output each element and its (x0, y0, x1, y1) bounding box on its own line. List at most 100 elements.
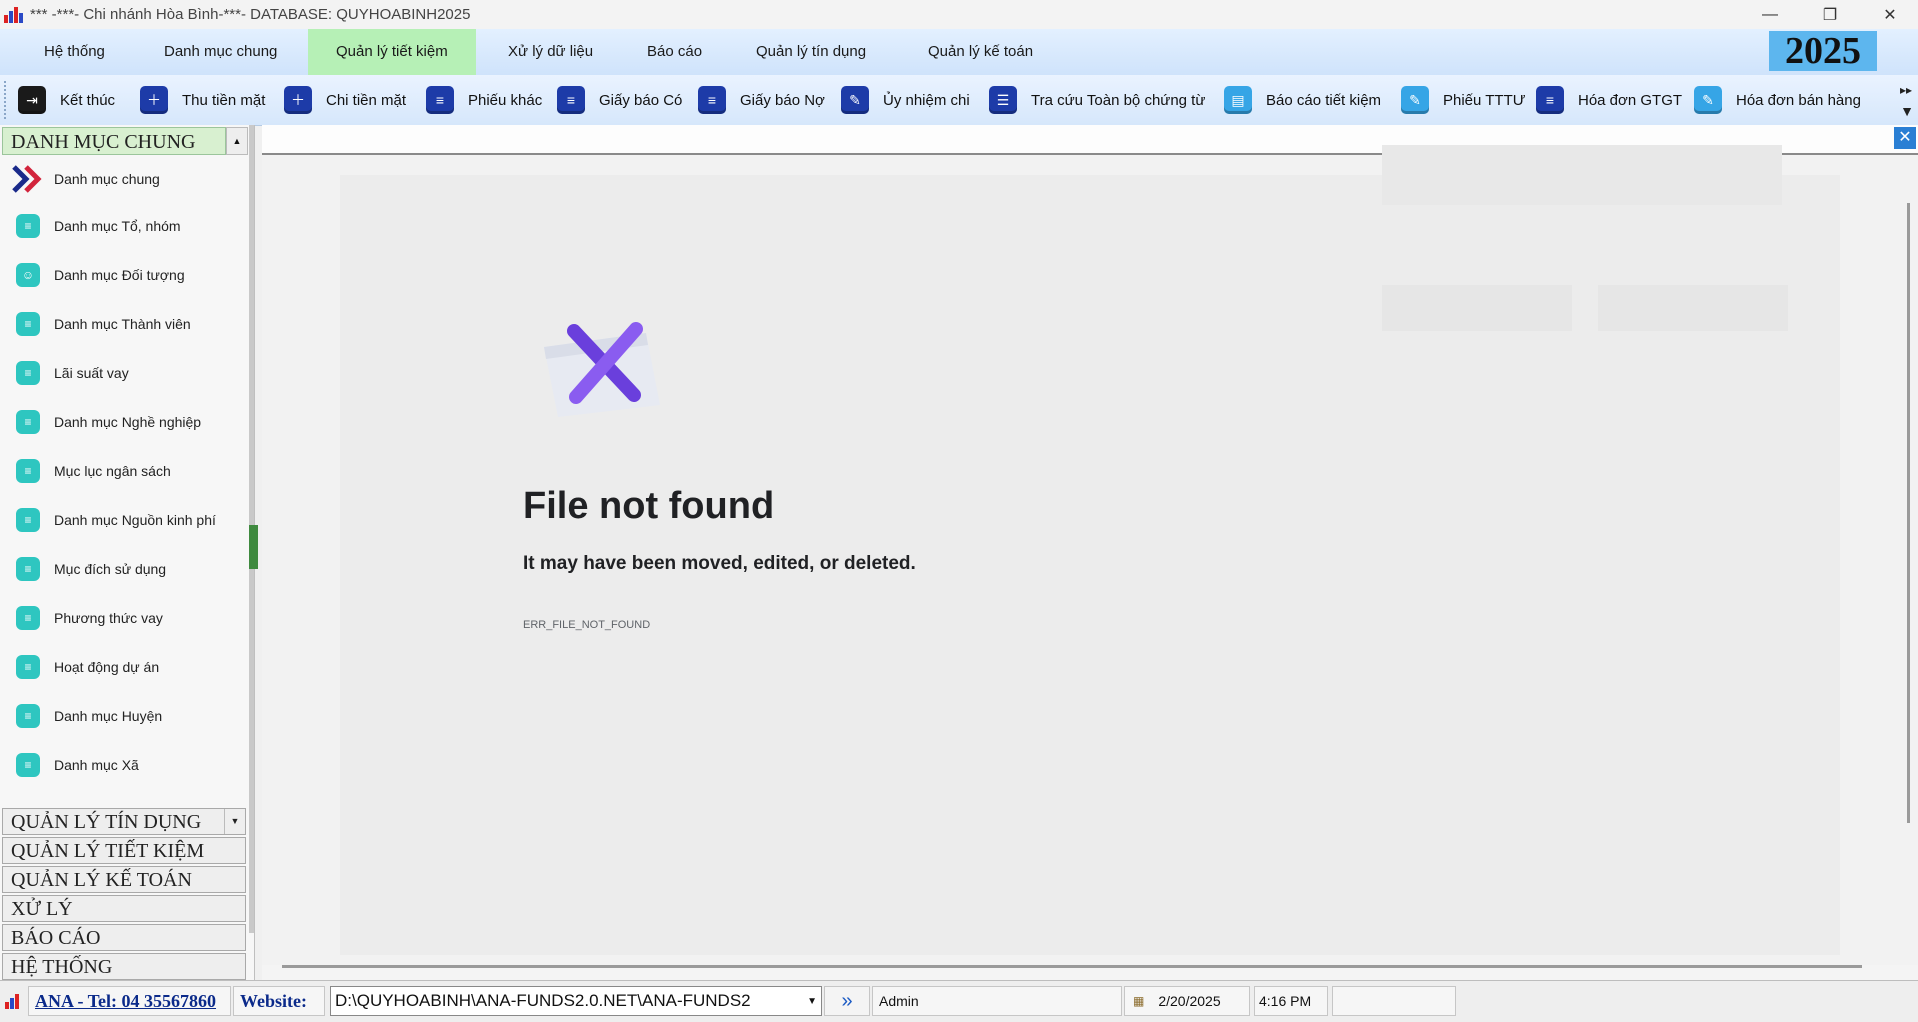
collapse-up-icon[interactable]: ▲ (226, 127, 248, 155)
bao-cao-tiet-kiem-button[interactable]: ▤ Báo cáo tiết kiệm (1224, 83, 1381, 117)
clipboard-icon: ≡ (16, 606, 40, 630)
sidebar-item-to-nhom[interactable]: ≡ Danh mục Tổ, nhóm (0, 206, 248, 246)
sidebar-scroll-thumb[interactable] (249, 525, 258, 569)
menu-quan-ly-tin-dung[interactable]: Quản lý tín dụng (746, 29, 876, 75)
tra-cuu-chung-tu-button[interactable]: ☰ Tra cứu Toàn bộ chứng từ (989, 83, 1205, 117)
main-panel: ✕ File not found It may have been moved,… (262, 125, 1918, 980)
restore-button[interactable]: ❐ (1802, 0, 1858, 29)
phieu-tttu-button[interactable]: ✎ Phiếu TTTƯ (1401, 83, 1526, 117)
vertical-scrollbar[interactable] (1907, 203, 1910, 823)
clipboard-icon: ≡ (16, 312, 40, 336)
toolbar: ⇥ Kết thúc ＋ Thu tiền mặt ＋ Chi tiền mặt ≡ P… (0, 75, 1918, 126)
minimize-button[interactable]: — (1742, 0, 1798, 29)
file-error-icon (544, 322, 660, 417)
title-bar: *** -***- Chi nhánh Hòa Bình-***- DATABA… (0, 0, 1918, 29)
time-field: 4:16 PM (1254, 986, 1328, 1016)
sidebar-item-doi-tuong[interactable]: ☺ Danh mục Đối tượng (0, 255, 248, 295)
window-title: *** -***- Chi nhánh Hòa Bình-***- DATABA… (30, 6, 471, 23)
app-logo-icon (4, 6, 24, 23)
toolbar-overflow-icon[interactable]: ▸▸ (1900, 83, 1912, 97)
sidebar-scrollbar[interactable] (249, 125, 258, 933)
sidebar-item-xa[interactable]: ≡ Danh mục Xã (0, 745, 248, 785)
faded-button (1598, 285, 1788, 331)
exit-icon: ⇥ (18, 86, 46, 114)
hoa-don-gtgt-button[interactable]: ≡ Hóa đơn GTGT (1536, 83, 1682, 117)
sales-invoice-icon: ✎ (1694, 86, 1722, 114)
search-list-icon: ☰ (989, 86, 1017, 114)
section-quan-ly-tin-dung[interactable]: QUẢN LÝ TÍN DỤNG ▼ (2, 808, 246, 835)
menu-bao-cao[interactable]: Báo cáo (637, 29, 712, 75)
section-bao-cao[interactable]: BÁO CÁO (2, 924, 246, 951)
menu-he-thong[interactable]: Hệ thống (34, 29, 115, 75)
menu-bar: Hệ thống Danh mục chung Quản lý tiết kiệ… (0, 29, 1918, 76)
website-label: Website: (233, 986, 325, 1016)
double-chevron-icon (12, 165, 42, 193)
calendar-icon: ▦ (1133, 994, 1145, 1008)
go-button[interactable]: » (824, 986, 870, 1016)
sidebar-header[interactable]: DANH MỤC CHUNG (2, 127, 226, 155)
voucher-icon: ✎ (1401, 86, 1429, 114)
toolbar-dropdown-icon[interactable]: ▼ (1900, 103, 1914, 119)
receipt-add-icon: ＋ (140, 86, 168, 114)
status-bar: ANA - Tel: 04 35567860 Website: D:\QUYHO… (0, 980, 1918, 1022)
sidebar-item-muc-dich-su-dung[interactable]: ≡ Mục đích sử dụng (0, 549, 248, 589)
horizontal-scrollbar[interactable] (282, 965, 1862, 968)
menu-xu-ly-du-lieu[interactable]: Xử lý dữ liệu (498, 29, 603, 75)
section-quan-ly-tiet-kiem[interactable]: QUẢN LÝ TIẾT KIỆM (2, 837, 246, 864)
sidebar-item-nghe-nghiep[interactable]: ≡ Danh mục Nghề nghiệp (0, 402, 248, 442)
status-empty-field (1332, 986, 1456, 1016)
error-title: File not found (523, 485, 775, 527)
toolbar-grip[interactable] (4, 81, 10, 119)
dropdown-arrow-icon[interactable]: ▼ (224, 809, 245, 834)
clipboard-icon: ≡ (16, 361, 40, 385)
close-tab-icon[interactable]: ✕ (1894, 127, 1916, 149)
sidebar-item-hoat-dong-du-an[interactable]: ≡ Hoạt động dự án (0, 647, 248, 687)
hoa-don-ban-hang-button[interactable]: ✎ Hóa đơn bán hàng (1694, 83, 1861, 117)
menu-quan-ly-ke-toan[interactable]: Quản lý kế toán (918, 29, 1043, 75)
error-code: ERR_FILE_NOT_FOUND (523, 619, 651, 631)
report-icon: ▤ (1224, 86, 1252, 114)
giay-bao-co-button[interactable]: ≡ Giấy báo Có (557, 83, 682, 117)
sidebar-item-huyen[interactable]: ≡ Danh mục Huyện (0, 696, 248, 736)
user-field: Admin (872, 986, 1122, 1016)
sidebar-item-phuong-thuc-vay[interactable]: ≡ Phương thức vay (0, 598, 248, 638)
exit-button[interactable]: ⇥ Kết thúc (18, 83, 115, 117)
browser-content: File not found It may have been moved, e… (262, 145, 1918, 965)
section-xu-ly[interactable]: XỬ LÝ (2, 895, 246, 922)
clipboard-icon: ≡ (16, 214, 40, 238)
clipboard-icon: ≡ (16, 704, 40, 728)
sidebar-item-lai-suat-vay[interactable]: ≡ Lãi suất vay (0, 353, 248, 393)
clipboard-icon: ≡ (16, 459, 40, 483)
invoice-icon: ≡ (1536, 86, 1564, 114)
date-field: ▦ 2/20/2025 (1124, 986, 1250, 1016)
faded-button (1382, 285, 1572, 331)
support-phone-link[interactable]: ANA - Tel: 04 35567860 (28, 986, 231, 1016)
chevron-down-icon[interactable]: ▼ (807, 996, 817, 1007)
menu-danh-muc-chung[interactable]: Danh mục chung (154, 29, 287, 75)
clipboard-icon: ≡ (16, 557, 40, 581)
edit-document-icon: ✎ (841, 86, 869, 114)
clipboard-icon: ≡ (16, 508, 40, 532)
phieu-khac-button[interactable]: ≡ Phiếu khác (426, 83, 542, 117)
clipboard-icon: ≡ (16, 655, 40, 679)
section-quan-ly-ke-toan[interactable]: QUẢN LÝ KẾ TOÁN (2, 866, 246, 893)
menu-quan-ly-tiet-kiem[interactable]: Quản lý tiết kiệm (308, 29, 476, 75)
thu-tien-mat-button[interactable]: ＋ Thu tiền mặt (140, 83, 265, 117)
sidebar-item-danh-muc-chung[interactable]: Danh mục chung (0, 159, 248, 199)
sidebar-item-thanh-vien[interactable]: ≡ Danh mục Thành viên (0, 304, 248, 344)
clipboard-icon: ≡ (16, 410, 40, 434)
year-badge: 2025 (1769, 31, 1877, 71)
path-select[interactable]: D:\QUYHOABINH\ANA-FUNDS2.0.NET\ANA-FUNDS… (330, 986, 822, 1016)
error-subtitle: It may have been moved, edited, or delet… (523, 553, 916, 574)
sidebar-item-muc-luc-ngan-sach[interactable]: ≡ Mục lục ngân sách (0, 451, 248, 491)
giay-bao-no-button[interactable]: ≡ Giấy báo Nợ (698, 83, 825, 117)
double-chevron-right-icon: » (841, 989, 853, 1012)
status-logo-icon (2, 986, 28, 1016)
clipboard-icon: ≡ (16, 753, 40, 777)
document-icon: ≡ (426, 86, 454, 114)
sidebar-item-nguon-kinh-phi[interactable]: ≡ Danh mục Nguồn kinh phí (0, 500, 248, 540)
uy-nhiem-chi-button[interactable]: ✎ Ủy nhiệm chi (841, 83, 970, 117)
section-he-thong[interactable]: HỆ THỐNG (2, 953, 246, 980)
chi-tien-mat-button[interactable]: ＋ Chi tiền mặt (284, 83, 406, 117)
close-window-button[interactable]: ✕ (1862, 0, 1918, 29)
